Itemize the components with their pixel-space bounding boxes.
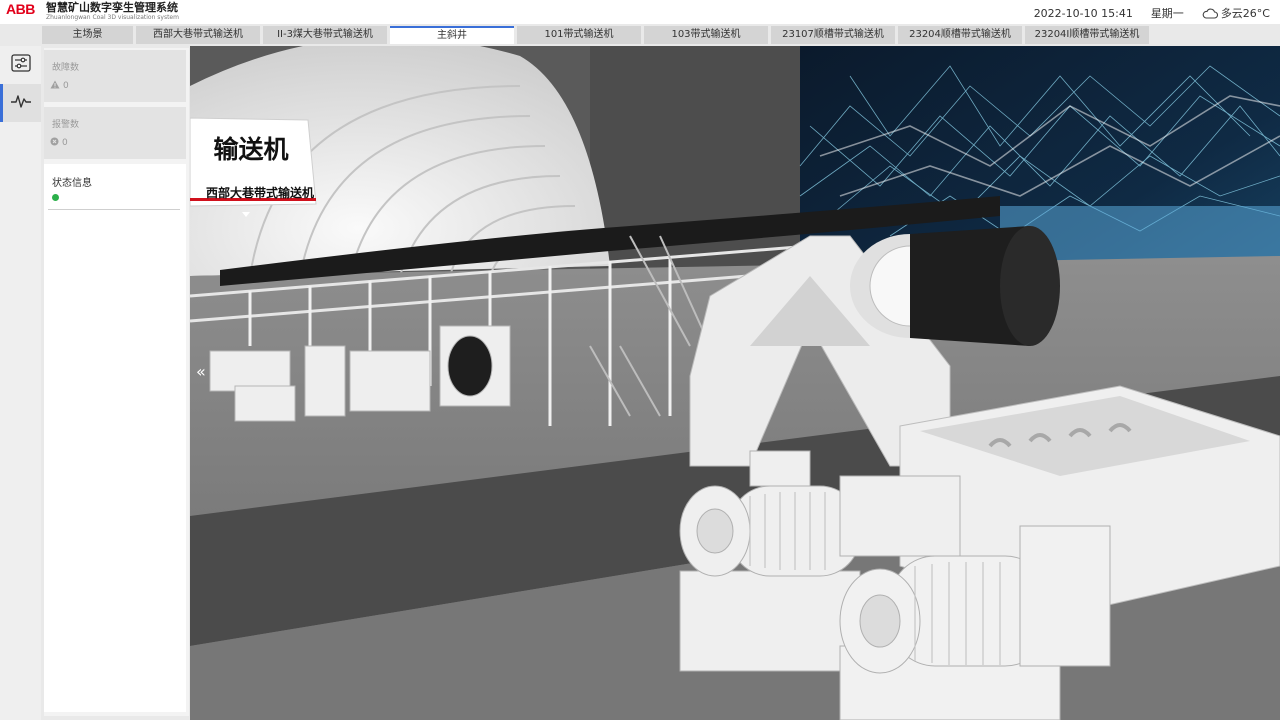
tab-23107-conveyor[interactable]: 23107顺槽带式输送机 (771, 26, 895, 44)
pulse-icon (10, 93, 32, 113)
settings-rail-button[interactable] (0, 46, 41, 84)
datetime: 2022-10-10 15:41 (1033, 6, 1133, 20)
warning-icon (50, 80, 60, 92)
alarm-card: 报警数 0 (44, 107, 186, 159)
info-panel: 故障数 0 报警数 0 状态信息 (44, 48, 189, 716)
status-divider (48, 209, 180, 210)
logo-text: ABB (6, 1, 35, 17)
collapse-panel-button[interactable]: « (196, 362, 206, 381)
app-subtitle: Zhuanlongwan Coal 3D visualization syste… (46, 14, 179, 21)
alarm-count: 0 (62, 138, 68, 148)
conveyor-sign: 输送机 西部大巷带式输送机 (190, 118, 316, 206)
app-title: 智慧矿山数字孪生管理系统 (46, 1, 178, 14)
sign-title: 输送机 (213, 135, 289, 164)
fault-value-row: 0 (50, 80, 69, 92)
abb-logo: ABB (6, 2, 35, 16)
fault-label: 故障数 (52, 63, 80, 73)
scene-render (190, 46, 1280, 720)
cloud-icon (1202, 8, 1218, 19)
tab-main-incline[interactable]: 主斜井 (390, 26, 514, 44)
app-header: ABB 智慧矿山数字孪生管理系统 Zhuanlongwan Coal 3D vi… (0, 0, 1280, 24)
tab-101-conveyor[interactable]: 101带式输送机 (517, 26, 641, 44)
close-circle-icon (50, 137, 59, 149)
sliders-icon (10, 54, 31, 76)
side-rail (0, 46, 41, 720)
monitor-rail-button[interactable] (0, 84, 41, 122)
sign-subtitle: 西部大巷带式输送机 (205, 186, 314, 200)
scene-tabs: 主场景 西部大巷带式输送机 II-3煤大巷带式输送机 主斜井 101带式输送机 … (42, 26, 1149, 44)
weather-text: 多云26°C (1220, 7, 1270, 20)
tab-23204i-conveyor[interactable]: 23204I顺槽带式输送机 (1025, 26, 1149, 44)
alarm-label: 报警数 (52, 120, 80, 130)
tab-main-scene[interactable]: 主场景 (42, 26, 133, 44)
fault-count: 0 (63, 81, 69, 91)
status-indicator (52, 194, 59, 201)
conveyor-3d-viewport[interactable]: 输送机 西部大巷带式输送机 (190, 46, 1280, 720)
header-status: 2022-10-10 15:41 星期一 多云26°C (1034, 5, 1270, 21)
tab-23204-conveyor[interactable]: 23204顺槽带式输送机 (898, 26, 1022, 44)
weekday: 星期一 (1150, 7, 1184, 20)
alarm-value-row: 0 (50, 137, 68, 149)
fault-card: 故障数 0 (44, 50, 186, 102)
tab-west-conveyor[interactable]: 西部大巷带式输送机 (136, 26, 260, 44)
tab-ii3-conveyor[interactable]: II-3煤大巷带式输送机 (263, 26, 387, 44)
weather: 多云26°C (1202, 5, 1270, 21)
tab-103-conveyor[interactable]: 103带式输送机 (644, 26, 768, 44)
status-title: 状态信息 (52, 178, 92, 189)
status-info: 状态信息 (44, 164, 186, 712)
